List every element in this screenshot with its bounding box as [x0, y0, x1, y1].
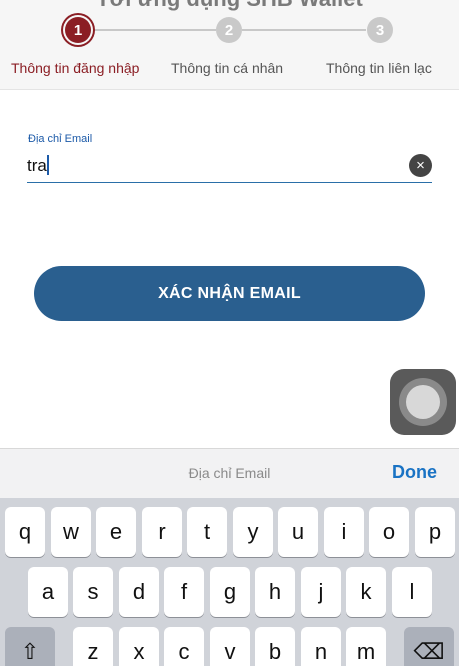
key-v[interactable]: v [210, 627, 250, 666]
step-3-label: Thông tin liên lạc [326, 60, 432, 76]
key-n[interactable]: n [301, 627, 341, 666]
done-button[interactable]: Done [392, 462, 437, 483]
key-y[interactable]: y [233, 507, 273, 557]
key-a[interactable]: a [28, 567, 68, 617]
shift-icon[interactable]: ⇧ [5, 627, 55, 666]
confirm-email-button[interactable]: XÁC NHẬN EMAIL [34, 266, 425, 321]
email-field-underline [27, 182, 432, 183]
keyboard-accessory-bar: Địa chỉ Email Done [0, 448, 459, 498]
screen-title: Tới ứng dụng SHB Wallet [0, 0, 459, 12]
key-p[interactable]: p [415, 507, 455, 557]
assistive-touch-dot [406, 385, 440, 419]
assistive-touch-ring [399, 378, 447, 426]
email-field[interactable] [27, 153, 402, 179]
step-1-label: Thông tin đăng nhập [11, 60, 140, 76]
step-1-indicator: 1 [65, 17, 91, 43]
key-b[interactable]: b [255, 627, 295, 666]
key-u[interactable]: u [278, 507, 318, 557]
key-k[interactable]: k [346, 567, 386, 617]
key-x[interactable]: x [119, 627, 159, 666]
step-2-label: Thông tin cá nhân [171, 60, 284, 76]
text-caret [47, 155, 49, 175]
system-keyboard: q w e r t y u i o p a s d f g h j k l ⇧ … [0, 498, 459, 666]
step-3-indicator: 3 [367, 17, 393, 43]
key-g[interactable]: g [210, 567, 250, 617]
step-connector-2 [242, 29, 366, 31]
key-l[interactable]: l [392, 567, 432, 617]
step-2-indicator: 2 [216, 17, 242, 43]
stepper-header: Tới ứng dụng SHB Wallet 1 2 3 Thông tin … [0, 0, 459, 90]
key-q[interactable]: q [5, 507, 45, 557]
email-field-label: Địa chỉ Email [28, 133, 93, 145]
assistive-touch-icon[interactable] [390, 369, 456, 435]
key-t[interactable]: t [187, 507, 227, 557]
key-w[interactable]: w [51, 507, 91, 557]
key-i[interactable]: i [324, 507, 364, 557]
step-connector-1 [94, 29, 216, 31]
key-s[interactable]: s [73, 567, 113, 617]
key-z[interactable]: z [73, 627, 113, 666]
key-r[interactable]: r [142, 507, 182, 557]
clear-circle-icon[interactable]: × [409, 154, 432, 177]
key-c[interactable]: c [164, 627, 204, 666]
key-e[interactable]: e [96, 507, 136, 557]
key-m[interactable]: m [346, 627, 386, 666]
key-j[interactable]: j [301, 567, 341, 617]
accessory-field-placeholder: Địa chỉ Email [188, 465, 271, 481]
backspace-icon[interactable]: ⌫ [404, 627, 454, 666]
key-h[interactable]: h [255, 567, 295, 617]
key-o[interactable]: o [369, 507, 409, 557]
key-d[interactable]: d [119, 567, 159, 617]
key-f[interactable]: f [164, 567, 204, 617]
